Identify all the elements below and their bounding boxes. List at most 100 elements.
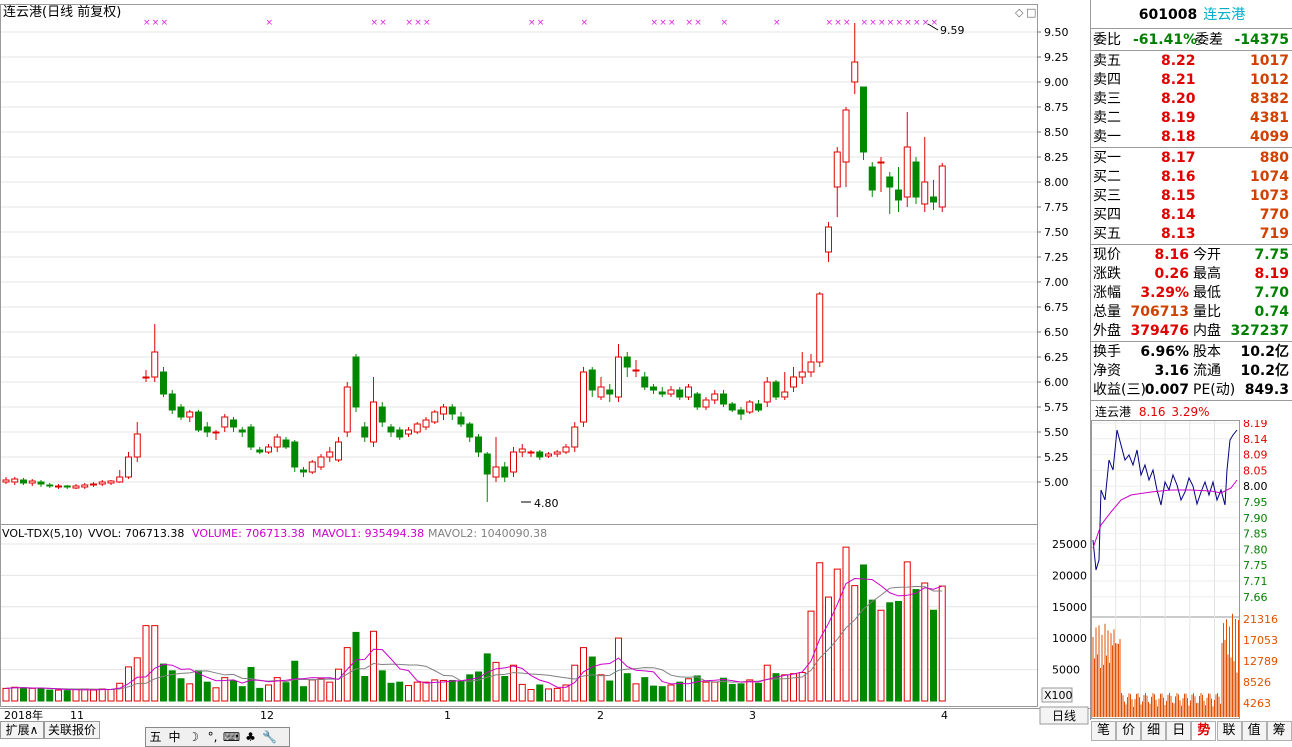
mini-price-tick: 7.85 [1243,528,1268,541]
mini-price-tick: 7.95 [1243,496,1268,509]
ask-label: 卖二 [1093,110,1121,126]
volume-bar [160,663,167,702]
quote-cell: 最低 [1193,285,1221,301]
stock-chart-window: × × × × × × × × × × × × × × × × × × × × × × × × × × × × × × × 9.50 9.25… [0,0,1292,747]
volume-bar [186,683,194,702]
ime-button-4[interactable]: ⌨ [222,728,241,746]
bid-price: 8.16 [1161,169,1196,185]
ask-price: 8.21 [1161,72,1196,88]
ime-button-6[interactable]: 🔧 [260,728,279,746]
tab-2[interactable]: 细 [1141,721,1167,741]
mini-price-tick: 8.09 [1243,449,1268,462]
quote-cell: 流通 [1193,363,1221,379]
quote-row: 买五 8.13 719 [1091,225,1292,244]
signal-marker: × [537,18,545,28]
candle-body [343,386,351,433]
signal-marker: × [423,18,431,28]
ask-price: 8.18 [1161,129,1196,145]
volume-bar [623,673,631,702]
candle-body [545,453,552,457]
mini-volume-tick: 21316 [1243,613,1278,626]
candle-body [877,161,885,164]
candle-body [142,376,150,379]
diamond-icon[interactable]: ◇ [1015,6,1024,19]
tab-3[interactable]: 日 [1166,721,1192,741]
candle-body [11,478,19,483]
quote-cell: 6.96% [1140,344,1189,360]
volume-bar [2,687,10,702]
tab-0[interactable]: 笔 [1091,721,1116,741]
candle-body [160,371,167,395]
x-label-dec: 12 [260,709,274,722]
tab-1[interactable]: 价 [1116,721,1142,741]
volume-bars [2,546,946,702]
ime-button-3[interactable]: °, [203,728,222,746]
intraday-chart[interactable]: 8.19 8.14 8.09 8.05 8.00 7.95 7.90 7.85 7.80 7.75… [1091,420,1292,720]
ime-toolbar[interactable]: 五中 ☽ °, ⌨ ♣ 🔧 [145,727,290,747]
candle-body [335,441,342,461]
volume-bar [632,683,640,702]
candle-body [2,479,10,483]
candle-body [352,356,360,408]
volume-bar [536,684,544,702]
candle-body [588,369,596,391]
price-tick-label: 5.00 [1044,476,1069,489]
volume-bar [440,679,447,702]
candle-body [396,429,404,438]
volume-bar [221,677,229,702]
candle-body [300,469,307,473]
volume-bar [238,686,246,702]
candle-body [755,403,762,411]
signal-marker: × [371,18,379,28]
volume-bar [851,585,859,702]
quote-cell: 8.16 [1154,247,1189,263]
candle-body [475,436,482,453]
volume-bar [501,676,509,702]
candle-body [466,423,474,438]
signal-marker: × [414,18,422,28]
volume-bar [177,678,185,702]
ime-button-5[interactable]: ♣ [241,728,260,746]
related-quote-tab[interactable]: 关联报价 [44,721,100,739]
candle-body [728,403,736,411]
quote-row: 买一 8.17 880 [1091,149,1292,168]
volume-bar [868,599,876,702]
expand-tab[interactable]: 扩展∧ [0,721,44,739]
quote-row: 卖四 8.21 1012 [1091,71,1292,90]
quote-row: 卖三 8.20 8382 [1091,90,1292,109]
candle-body [20,479,27,484]
candle-body [125,456,132,478]
candle-body [361,426,369,438]
price-axis: 9.50 9.25 9.00 8.75 8.50 8.25 8.00 7.75 7.50 7.25… [1044,26,1069,489]
vvol-value: VVOL: 706713.38 [88,527,184,540]
x-label-year: 2018年 [4,708,43,722]
signal-marker: × [686,18,694,28]
candle-body [483,453,491,475]
signal-marker: × [887,18,895,28]
x-label-apr: 4 [941,709,948,722]
mini-price-tick: 8.19 [1243,420,1268,430]
ime-button-2[interactable]: ☽ [184,728,203,746]
candle-body [133,433,141,458]
price-tick-label: 5.75 [1044,401,1069,414]
candle-body [711,393,719,401]
candle-body [387,426,395,433]
quote-cell: 8.19 [1254,266,1289,282]
tab-7[interactable]: 筹 [1266,721,1292,741]
ask-price: 8.22 [1161,53,1196,69]
tab-6[interactable]: 值 [1241,721,1267,741]
tab-5[interactable]: 联 [1216,721,1242,741]
quote-cell: 总量 [1093,304,1121,320]
ime-button-0[interactable]: 五 [146,728,165,746]
kline-chart[interactable]: × × × × × × × × × × × × × × × × × × × × × × × × × × × × × × × 9.50 9.25… [0,0,1090,725]
ime-button-1[interactable]: 中 [165,728,184,746]
candle-body [562,446,570,453]
quote-row: 涨幅 3.29% 最低 7.70 [1091,284,1292,303]
ask-volume: 4099 [1250,129,1289,145]
square-icon[interactable]: □ [1026,6,1036,19]
candle-body [501,466,509,478]
volume-bar [212,687,220,702]
ask-label: 卖三 [1093,91,1121,107]
tab-4[interactable]: 势 [1191,721,1217,741]
candle-body [448,406,456,415]
